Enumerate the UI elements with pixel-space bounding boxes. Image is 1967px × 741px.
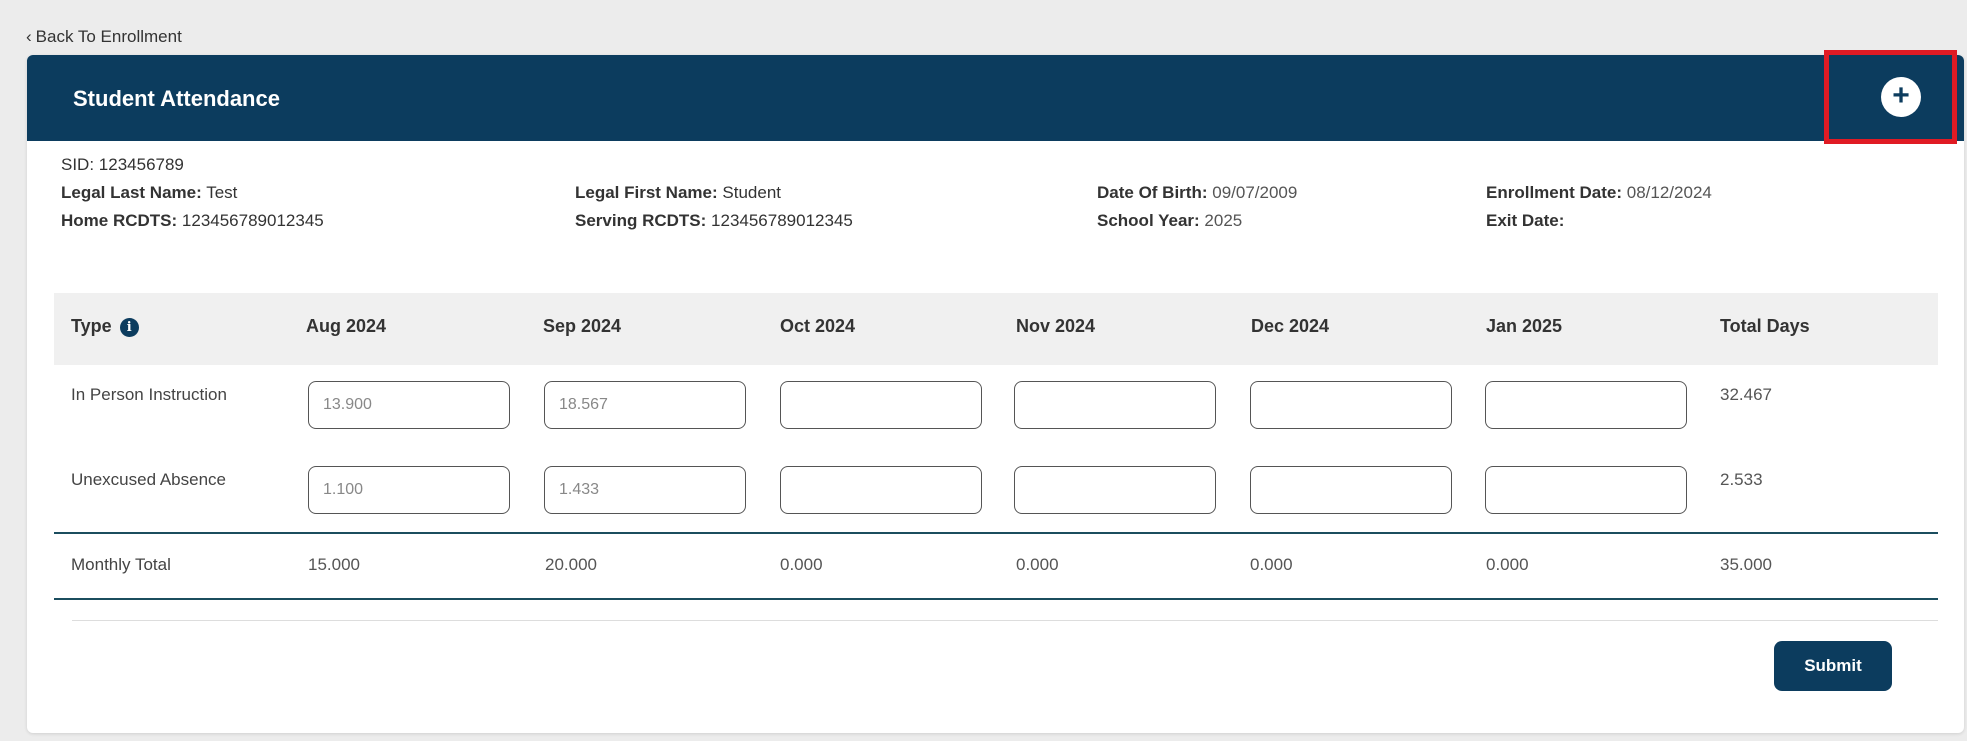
column-header-type: Type i (71, 316, 139, 337)
monthly-total-sep: 20.000 (545, 555, 597, 574)
column-header-jan: Jan 2025 (1486, 316, 1563, 336)
card-header: Student Attendance + (27, 50, 1964, 144)
sid-value: 123456789 (98, 155, 184, 174)
in-person-total: 32.467 (1720, 385, 1772, 404)
unexcused-nov-input[interactable] (1014, 466, 1216, 514)
column-header-oct: Oct 2024 (780, 316, 856, 336)
column-header-aug: Aug 2024 (306, 316, 387, 336)
unexcused-dec-input[interactable] (1250, 466, 1452, 514)
exit-date-label: Exit Date: (1486, 211, 1565, 230)
monthly-total-jan: 0.000 (1486, 555, 1529, 574)
column-header-total-days: Total Days (1720, 316, 1810, 336)
in-person-nov-input[interactable] (1014, 381, 1216, 429)
column-header-sep: Sep 2024 (543, 316, 622, 336)
in-person-jan-input[interactable] (1485, 381, 1687, 429)
unexcused-aug-input[interactable] (308, 466, 510, 514)
page-title: Student Attendance (73, 86, 280, 111)
chevron-left-icon: ‹ (26, 27, 32, 46)
enrollment-date-label: Enrollment Date: (1486, 183, 1623, 202)
unexcused-total: 2.533 (1720, 470, 1763, 489)
monthly-total-oct: 0.000 (780, 555, 823, 574)
info-icon[interactable]: i (119, 317, 139, 337)
table-divider-bottom (54, 598, 1938, 600)
dob-value: 09/07/2009 (1212, 183, 1298, 202)
row-label-unexcused: Unexcused Absence (71, 470, 226, 489)
student-info-col-4: Enrollment Date: 08/12/2024 Exit Date: (1486, 179, 1712, 235)
enrollment-date-value: 08/12/2024 (1626, 183, 1712, 202)
column-header-dec: Dec 2024 (1251, 316, 1330, 336)
school-year-label: School Year: (1097, 211, 1200, 230)
serving-rcdts-value: 123456789012345 (711, 211, 853, 230)
school-year-value: 2025 (1204, 211, 1243, 230)
column-header-type-label: Type (71, 316, 112, 336)
footer-divider (72, 620, 1938, 621)
column-header-nov: Nov 2024 (1016, 316, 1096, 336)
in-person-dec-input[interactable] (1250, 381, 1452, 429)
home-rcdts-label: Home RCDTS: (61, 211, 178, 230)
back-link-label: Back To Enrollment (35, 27, 182, 46)
in-person-sep-input[interactable] (544, 381, 746, 429)
row-label-monthly-total: Monthly Total (71, 555, 171, 574)
home-rcdts-value: 123456789012345 (181, 211, 324, 230)
table-divider-top (54, 532, 1938, 534)
student-info-col-3: Date Of Birth: 09/07/2009 School Year: 2… (1097, 179, 1297, 235)
back-to-enrollment-link[interactable]: ‹ Back To Enrollment (26, 27, 182, 47)
monthly-total-sum: 35.000 (1720, 555, 1772, 574)
in-person-aug-input[interactable] (308, 381, 510, 429)
dob-label: Date Of Birth: (1097, 183, 1208, 202)
unexcused-sep-input[interactable] (544, 466, 746, 514)
student-info-col-2: Legal First Name: Student Serving RCDTS:… (575, 179, 853, 235)
in-person-oct-input[interactable] (780, 381, 982, 429)
monthly-total-aug: 15.000 (308, 555, 360, 574)
monthly-total-nov: 0.000 (1016, 555, 1059, 574)
last-name-label: Legal Last Name: (61, 183, 202, 202)
row-label-in-person: In Person Instruction (71, 385, 227, 404)
unexcused-jan-input[interactable] (1485, 466, 1687, 514)
submit-button[interactable]: Submit (1774, 641, 1892, 691)
sid-label: SID: (61, 155, 95, 174)
unexcused-oct-input[interactable] (780, 466, 982, 514)
first-name-label: Legal First Name: (575, 183, 718, 202)
student-info-col-1: SID: 123456789 Legal Last Name: Test Hom… (61, 151, 324, 235)
serving-rcdts-label: Serving RCDTS: (575, 211, 707, 230)
last-name-value: Test (206, 183, 238, 202)
monthly-total-dec: 0.000 (1250, 555, 1293, 574)
first-name-value: Student (722, 183, 781, 202)
highlight-box (1824, 50, 1957, 144)
